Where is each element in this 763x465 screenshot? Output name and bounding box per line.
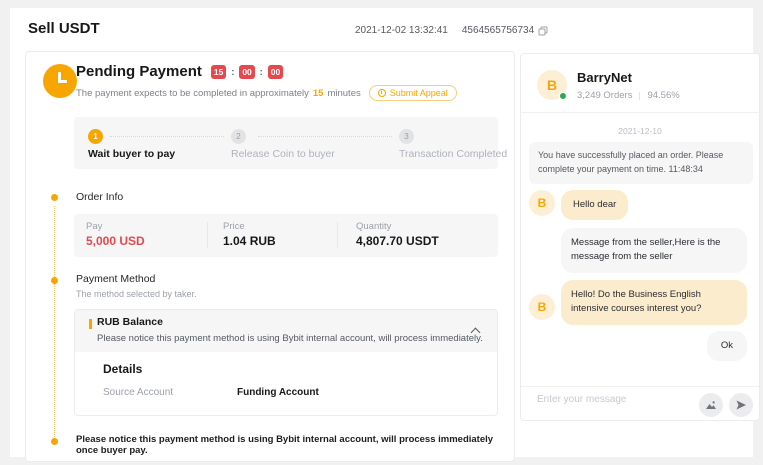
step-1-label: Wait buyer to pay bbox=[88, 148, 175, 160]
section-timeline bbox=[54, 206, 55, 441]
message-avatar: B bbox=[529, 190, 555, 216]
step-connector bbox=[258, 136, 392, 137]
timer-separator: : bbox=[260, 67, 263, 77]
step-3-label: Transaction Completed bbox=[399, 148, 507, 160]
order-timestamp: 2021-12-02 13:32:41 bbox=[355, 25, 448, 36]
chat-message: Hello! Do the Business English intensive… bbox=[561, 280, 747, 325]
quantity-value: 4,807.70 USDT bbox=[356, 234, 439, 248]
send-icon bbox=[735, 399, 747, 411]
page-sheet: Sell USDT 2021-12-02 13:32:41 4564565756… bbox=[10, 8, 753, 457]
image-icon bbox=[705, 399, 717, 411]
order-info-bullet bbox=[51, 194, 58, 201]
price-value: 1.04 RUB bbox=[223, 234, 276, 248]
pending-payment-title: Pending Payment bbox=[76, 63, 202, 80]
seller-name[interactable]: BarryNet bbox=[577, 70, 632, 85]
seller-completion-rate: 94.56% bbox=[647, 90, 679, 101]
source-account-value: Funding Account bbox=[237, 387, 319, 398]
payment-method-subtitle: The method selected by taker. bbox=[76, 289, 197, 299]
order-id: 4564565756734 bbox=[462, 25, 534, 36]
details-title: Details bbox=[103, 362, 142, 376]
system-message: You have successfully placed an order. P… bbox=[529, 142, 753, 184]
page-title: Sell USDT bbox=[28, 20, 100, 37]
timer-separator: : bbox=[231, 67, 234, 77]
payment-method-panel: RUB Balance Please notice this payment m… bbox=[74, 309, 498, 416]
submit-appeal-button[interactable]: Submit Appeal bbox=[369, 85, 457, 101]
send-message-button[interactable] bbox=[729, 393, 753, 417]
online-status-dot bbox=[559, 92, 567, 100]
appeal-clock-icon bbox=[378, 89, 386, 97]
payment-note-minutes: 15 bbox=[313, 88, 324, 99]
attach-image-button[interactable] bbox=[699, 393, 723, 417]
footer-note: Please notice this payment method is usi… bbox=[76, 434, 496, 456]
submit-appeal-label: Submit Appeal bbox=[390, 88, 448, 98]
payment-method-bullet bbox=[51, 277, 58, 284]
step-2-label: Release Coin to buyer bbox=[231, 148, 335, 160]
message-avatar: B bbox=[529, 294, 555, 320]
timer-minutes: 00 bbox=[239, 65, 254, 79]
pay-value: 5,000 USD bbox=[86, 234, 145, 248]
seller-stats: 3,249 Orders 94.56% bbox=[577, 90, 680, 101]
chat-message: Message from the seller,Here is the mess… bbox=[561, 228, 747, 273]
method-name: RUB Balance bbox=[97, 316, 163, 328]
payment-note-prefix: The payment expects to be completed in a… bbox=[76, 88, 309, 99]
payment-method-title: Payment Method bbox=[76, 273, 155, 285]
price-label: Price bbox=[223, 221, 245, 232]
order-detail-card: Pending Payment 15 : 00 : 00 The payment… bbox=[25, 51, 515, 462]
chat-input-divider bbox=[521, 386, 759, 387]
seller-orders: 3,249 Orders bbox=[577, 90, 632, 101]
message-input[interactable] bbox=[537, 394, 687, 405]
header-meta: 2021-12-02 13:32:41 4564565756734 bbox=[355, 25, 548, 36]
source-account-label: Source Account bbox=[103, 387, 173, 398]
chat-header-divider bbox=[521, 112, 759, 113]
quantity-label: Quantity bbox=[356, 221, 391, 232]
chat-card: B BarryNet 3,249 Orders 94.56% 2021-12-1… bbox=[520, 53, 760, 421]
step-3-circle: 3 bbox=[399, 129, 414, 144]
column-divider bbox=[207, 222, 208, 248]
step-2-circle: 2 bbox=[231, 129, 246, 144]
clock-icon bbox=[43, 64, 77, 98]
payment-note-suffix: minutes bbox=[327, 88, 360, 99]
footer-note-bullet bbox=[51, 438, 58, 445]
timer-seconds: 00 bbox=[268, 65, 283, 79]
column-divider bbox=[337, 222, 338, 248]
payment-method-header[interactable]: RUB Balance Please notice this payment m… bbox=[75, 310, 497, 352]
sent-message: Ok bbox=[707, 331, 747, 361]
method-accent-bar bbox=[89, 319, 92, 329]
chat-date-divider: 2021-12-10 bbox=[521, 126, 759, 136]
method-note: Please notice this payment method is usi… bbox=[97, 333, 483, 344]
timer-hours: 15 bbox=[211, 65, 226, 79]
order-info-panel: Pay 5,000 USD Price 1.04 RUB Quantity 4,… bbox=[74, 214, 498, 257]
chat-message: Hello dear bbox=[561, 190, 628, 220]
copy-icon[interactable] bbox=[538, 26, 548, 36]
progress-steps: 1 2 3 Wait buyer to pay Release Coin to … bbox=[74, 117, 498, 169]
order-info-title: Order Info bbox=[76, 191, 123, 203]
pay-label: Pay bbox=[86, 221, 102, 232]
step-1-circle: 1 bbox=[88, 129, 103, 144]
step-connector bbox=[110, 136, 224, 137]
stats-divider bbox=[639, 92, 640, 100]
